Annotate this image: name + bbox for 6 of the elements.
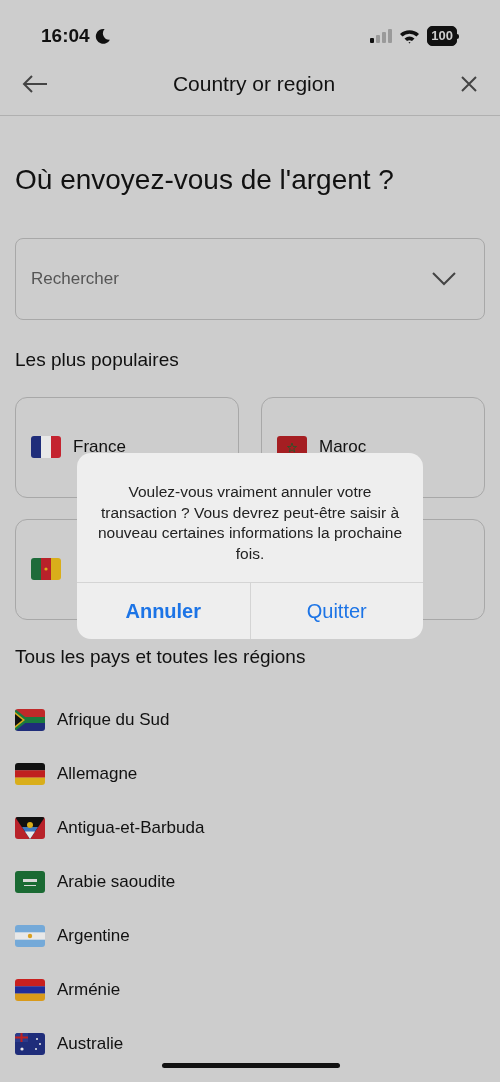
- battery-indicator: 100: [427, 26, 457, 46]
- header-title: Country or region: [172, 70, 336, 97]
- status-time: 16:04: [41, 23, 90, 48]
- section-title: Les plus populaires: [15, 348, 180, 372]
- section-title: Tous les pays et toutes les régions: [15, 644, 307, 669]
- page-heading: Où envoyez-vous de l'argent ?: [15, 163, 395, 197]
